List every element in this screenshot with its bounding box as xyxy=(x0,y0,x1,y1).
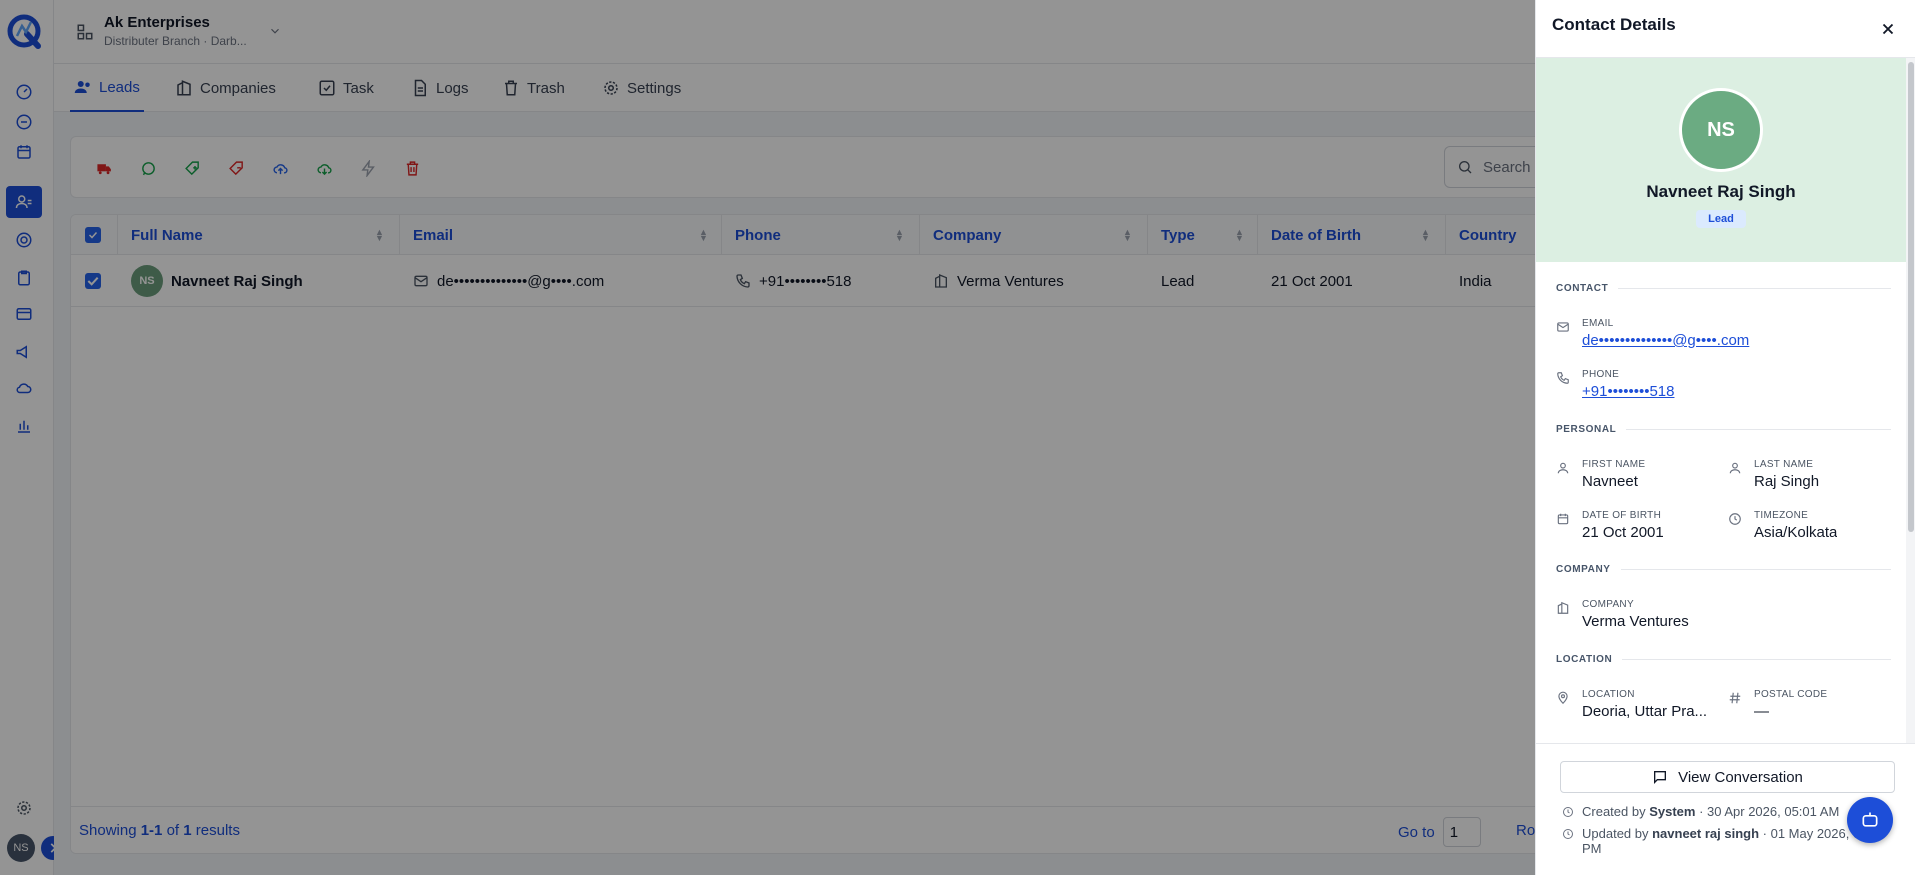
user-icon xyxy=(1557,462,1569,474)
company-value: Verma Ventures xyxy=(1582,613,1689,630)
contact-details-drawer: Contact Details NS Navneet Raj Singh Lea… xyxy=(1535,0,1915,875)
created-info: Created by System · 30 Apr 2026, 05:01 A… xyxy=(1562,804,1862,819)
email-label: EMAIL xyxy=(1582,318,1614,329)
user-icon xyxy=(1729,462,1741,474)
clock-icon xyxy=(1563,829,1573,839)
last-name-label: LAST NAME xyxy=(1754,459,1814,470)
updated-info: Updated by navneet raj singh · 01 May 20… xyxy=(1562,826,1862,856)
company-label: COMPANY xyxy=(1582,599,1634,610)
email-field: EMAIL de••••••••••••••@g••••.com xyxy=(1556,318,1749,349)
map-pin-icon xyxy=(1558,691,1568,705)
view-conversation-label: View Conversation xyxy=(1678,768,1803,786)
postal-code-value: — xyxy=(1754,703,1769,720)
first-name-label: FIRST NAME xyxy=(1582,459,1646,470)
building-icon xyxy=(1557,601,1569,614)
modal-overlay[interactable] xyxy=(0,0,1535,875)
dob-label: DATE OF BIRTH xyxy=(1582,510,1662,521)
last-name-field: LAST NAME Raj Singh xyxy=(1728,459,1819,490)
dob-value: 21 Oct 2001 xyxy=(1582,524,1664,541)
clock-icon xyxy=(1563,807,1573,817)
dob-field: DATE OF BIRTH 21 Oct 2001 xyxy=(1556,510,1664,541)
robot-icon xyxy=(1862,812,1878,827)
section-company: COMPANY xyxy=(1556,564,1891,575)
contact-hero: NS Navneet Raj Singh Lead xyxy=(1536,58,1906,262)
section-contact: CONTACT xyxy=(1556,283,1891,294)
contact-name: Navneet Raj Singh xyxy=(1646,182,1796,201)
assistant-bot-button[interactable] xyxy=(1847,797,1893,843)
timezone-field: TIMEZONE Asia/Kolkata xyxy=(1728,510,1837,541)
location-label: LOCATION xyxy=(1582,689,1635,700)
status-badge: Lead xyxy=(1696,210,1746,228)
drawer-title: Contact Details xyxy=(1552,15,1676,34)
location-field: LOCATION Deoria, Uttar Pra... xyxy=(1556,689,1712,720)
clock-icon xyxy=(1729,513,1741,525)
phone-link[interactable]: +91••••••••518 xyxy=(1582,383,1674,400)
calendar-icon xyxy=(1557,513,1569,525)
postal-code-label: POSTAL CODE xyxy=(1754,689,1828,700)
section-location: LOCATION xyxy=(1556,654,1891,665)
email-link[interactable]: de••••••••••••••@g••••.com xyxy=(1582,332,1749,349)
location-value: Deoria, Uttar Pra... xyxy=(1582,703,1708,720)
scrollbar-thumb[interactable] xyxy=(1908,62,1914,532)
phone-label: PHONE xyxy=(1582,369,1620,380)
timezone-value: Asia/Kolkata xyxy=(1754,524,1838,541)
message-icon xyxy=(1654,771,1667,784)
phone-icon xyxy=(1557,372,1569,384)
avatar: NS xyxy=(1679,88,1763,172)
company-field: COMPANY Verma Ventures xyxy=(1556,599,1689,630)
mail-icon xyxy=(1557,322,1569,332)
first-name-field: FIRST NAME Navneet xyxy=(1556,459,1645,490)
postal-code-field: POSTAL CODE — xyxy=(1728,689,1827,720)
first-name-value: Navneet xyxy=(1582,473,1638,490)
close-icon[interactable] xyxy=(1879,20,1897,38)
timezone-label: TIMEZONE xyxy=(1754,510,1809,521)
section-personal: PERSONAL xyxy=(1556,424,1891,435)
hash-icon xyxy=(1729,692,1741,704)
drawer-header: Contact Details xyxy=(1536,0,1915,58)
view-conversation-button[interactable]: View Conversation xyxy=(1560,761,1895,793)
last-name-value: Raj Singh xyxy=(1754,473,1820,490)
app-root: NS Ak Enterprises Distributer Branch · D… xyxy=(0,0,1915,875)
phone-field: PHONE +91••••••••518 xyxy=(1556,369,1674,400)
